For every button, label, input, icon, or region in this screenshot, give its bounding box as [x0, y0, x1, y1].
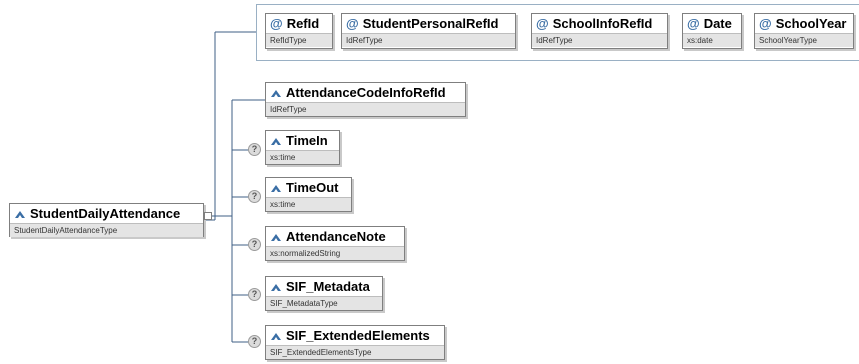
element-icon — [271, 184, 281, 192]
element-icon — [271, 332, 281, 340]
element-node-timeout[interactable]: TimeOut xs:time — [265, 177, 352, 212]
element-name: AttendanceCodeInfoRefId — [286, 85, 446, 100]
attribute-type: RefIdType — [266, 33, 332, 47]
element-name: SIF_ExtendedElements — [286, 328, 430, 343]
element-icon — [271, 233, 281, 241]
element-node-timein[interactable]: TimeIn xs:time — [265, 130, 340, 165]
attribute-type: xs:date — [683, 33, 741, 47]
element-type: SIF_MetadataType — [266, 296, 382, 310]
element-type: xs:normalizedString — [266, 246, 404, 260]
element-type: SIF_ExtendedElementsType — [266, 345, 444, 359]
at-sign-icon: @ — [536, 16, 549, 31]
root-element-type: StudentDailyAttendanceType — [10, 223, 203, 237]
attribute-node-date[interactable]: @ Date xs:date — [682, 13, 742, 49]
element-icon — [271, 137, 281, 145]
question-mark-icon: ? — [248, 190, 261, 203]
attribute-name: Date — [703, 16, 732, 31]
element-node-sif-metadata[interactable]: SIF_Metadata SIF_MetadataType — [265, 276, 383, 311]
element-type: xs:time — [266, 150, 339, 164]
element-node-sif-extendedelements[interactable]: SIF_ExtendedElements SIF_ExtendedElement… — [265, 325, 445, 360]
attribute-node-studentpersonalrefid[interactable]: @ StudentPersonalRefId IdRefType — [341, 13, 516, 49]
at-sign-icon: @ — [270, 16, 283, 31]
element-node-attendancecodeinforefid[interactable]: AttendanceCodeInfoRefId IdRefType — [265, 82, 466, 117]
element-type: xs:time — [266, 197, 351, 211]
attribute-type: IdRefType — [532, 33, 667, 47]
element-icon — [271, 283, 281, 291]
element-type: IdRefType — [266, 102, 465, 116]
question-mark-icon: ? — [248, 335, 261, 348]
element-icon — [271, 89, 281, 97]
element-node-attendancenote[interactable]: AttendanceNote xs:normalizedString — [265, 226, 405, 261]
at-sign-icon: @ — [346, 16, 359, 31]
attribute-type: IdRefType — [342, 33, 515, 47]
attribute-name: StudentPersonalRefId — [362, 16, 499, 31]
root-element-name: StudentDailyAttendance — [30, 206, 181, 221]
question-mark-icon: ? — [248, 143, 261, 156]
element-name: SIF_Metadata — [286, 279, 370, 294]
attribute-node-schoolyear[interactable]: @ SchoolYear SchoolYearType — [754, 13, 854, 49]
at-sign-icon: @ — [687, 16, 700, 31]
question-mark-icon: ? — [248, 238, 261, 251]
sequence-compositor-icon — [204, 212, 212, 220]
attribute-name: RefId — [286, 16, 320, 31]
attribute-node-refid[interactable]: @ RefId RefIdType — [265, 13, 333, 49]
root-element-node[interactable]: StudentDailyAttendance StudentDailyAtten… — [9, 203, 204, 237]
attribute-name: SchoolInfoRefId — [552, 16, 653, 31]
element-name: TimeOut — [286, 180, 339, 195]
question-mark-icon: ? — [248, 288, 261, 301]
attribute-node-schoolinforefid[interactable]: @ SchoolInfoRefId IdRefType — [531, 13, 668, 49]
element-name: TimeIn — [286, 133, 328, 148]
at-sign-icon: @ — [759, 16, 772, 31]
element-name: AttendanceNote — [286, 229, 386, 244]
element-icon — [15, 210, 25, 218]
attribute-type: SchoolYearType — [755, 33, 853, 47]
attribute-name: SchoolYear — [775, 16, 847, 31]
